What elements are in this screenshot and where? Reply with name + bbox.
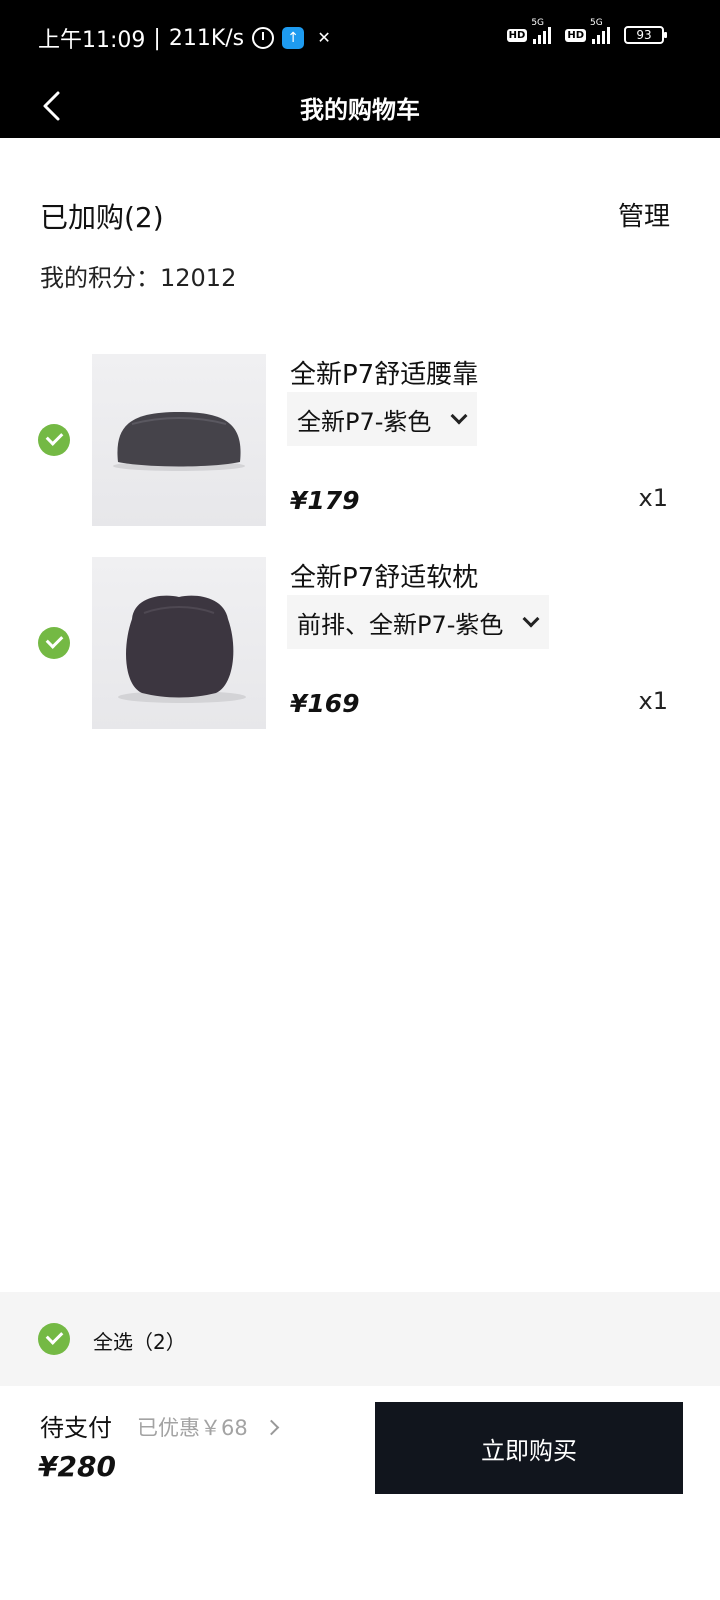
signal-icon: 5G bbox=[531, 18, 552, 44]
product-name[interactable]: 全新P7舒适软枕 bbox=[290, 557, 478, 594]
chevron-right-icon bbox=[263, 1419, 280, 1435]
hd-icon: HD bbox=[506, 28, 528, 42]
page-title: 我的购物车 bbox=[300, 96, 420, 124]
product-image[interactable] bbox=[92, 557, 266, 729]
status-bar: 上午11:09 | 211K/s ↑ ✕ HD 5G HD 5G 93 bbox=[0, 0, 720, 76]
signal-icon: 5G bbox=[590, 18, 610, 44]
app-icon: ✕ bbox=[317, 28, 331, 47]
upload-app-icon: ↑ bbox=[282, 27, 305, 49]
status-time: 上午11:09 bbox=[38, 28, 146, 53]
product-qty: x1 bbox=[638, 687, 668, 715]
points-value: 12012 bbox=[160, 264, 237, 292]
product-qty: x1 bbox=[638, 484, 668, 512]
item-check-icon[interactable] bbox=[38, 424, 70, 456]
variant-select[interactable]: 前排、全新P7-紫色 bbox=[287, 595, 550, 649]
points: 我的积分：12012 bbox=[40, 258, 236, 293]
select-all-check-icon[interactable] bbox=[38, 1323, 70, 1355]
variant-label: 全新P7-紫色 bbox=[297, 407, 432, 436]
cart-item: 全新P7舒适软枕 前排、全新P7-紫色 ¥169 x1 bbox=[0, 557, 720, 729]
select-all-label[interactable]: 全选（2） bbox=[93, 1326, 186, 1355]
product-name[interactable]: 全新P7舒适腰靠 bbox=[290, 354, 478, 391]
checkout-bar: 待支付 已优惠￥68 ¥280 立即购买 bbox=[0, 1386, 720, 1600]
product-image[interactable] bbox=[92, 354, 266, 526]
net-speed: 211K/s bbox=[168, 25, 245, 51]
total-amount: ¥280 bbox=[38, 1450, 116, 1483]
variant-label: 前排、全新P7-紫色 bbox=[297, 610, 504, 639]
status-right: HD 5G HD 5G 93 bbox=[506, 18, 667, 44]
manage-button[interactable]: 管理 bbox=[618, 196, 670, 233]
nav-bar: 我的购物车 bbox=[0, 76, 720, 138]
variant-select[interactable]: 全新P7-紫色 bbox=[287, 392, 478, 446]
chevron-down-icon bbox=[450, 407, 468, 425]
discount-link[interactable]: 已优惠￥68 bbox=[137, 1412, 280, 1442]
product-price: ¥179 bbox=[290, 486, 360, 515]
discount-label: 已优惠￥68 bbox=[137, 1416, 248, 1440]
cart-item: 全新P7舒适腰靠 全新P7-紫色 ¥179 x1 bbox=[0, 354, 720, 526]
points-label: 我的积分： bbox=[40, 264, 160, 292]
status-left: 上午11:09 | 211K/s ↑ ✕ bbox=[38, 22, 336, 54]
amount-due-label: 待支付 bbox=[40, 1414, 112, 1442]
cart-count: 已加购(2) bbox=[40, 201, 164, 234]
product-price: ¥169 bbox=[290, 689, 360, 718]
status-separator: | bbox=[153, 25, 161, 51]
alarm-icon bbox=[252, 27, 275, 49]
hd-icon: HD bbox=[565, 28, 586, 42]
chevron-down-icon bbox=[522, 610, 540, 628]
select-all-bar: 全选（2） bbox=[0, 1292, 720, 1386]
buy-now-button[interactable]: 立即购买 bbox=[375, 1402, 683, 1494]
battery-icon: 93 bbox=[624, 26, 667, 44]
item-check-icon[interactable] bbox=[38, 627, 70, 659]
